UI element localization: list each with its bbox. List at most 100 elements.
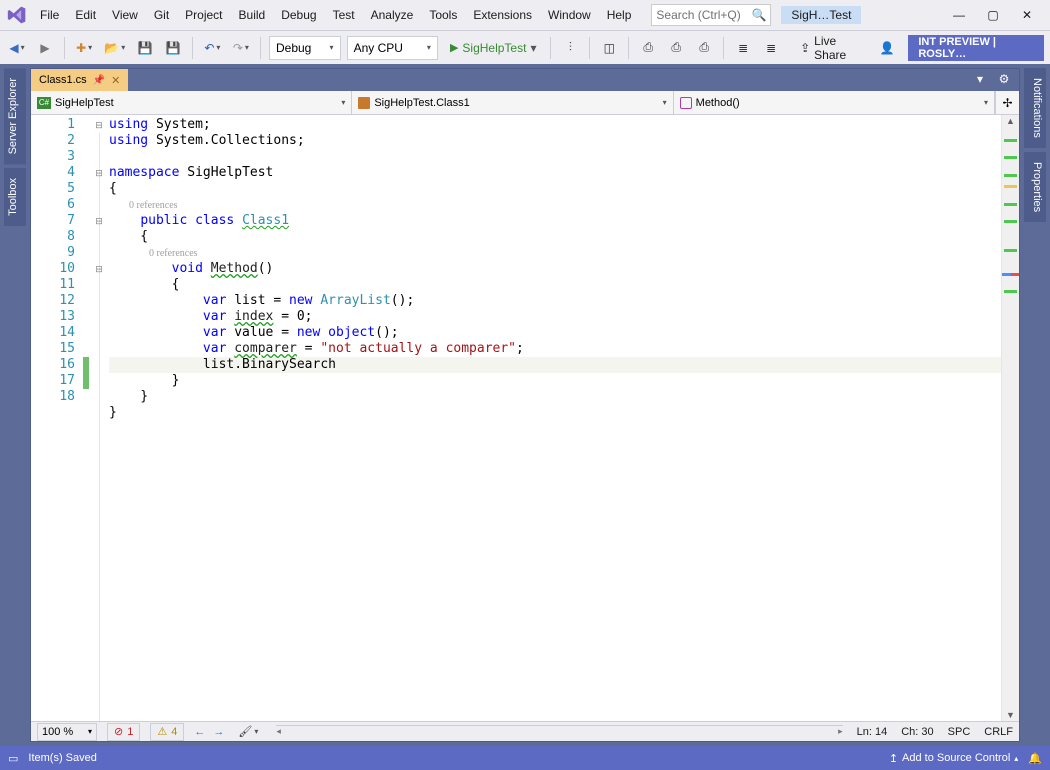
config-dropdown[interactable]: Debug▾: [269, 36, 341, 60]
document-tab-active[interactable]: Class1.cs 📌 ✕: [31, 69, 128, 91]
code-editor[interactable]: using System;using System.Collections;na…: [109, 115, 1001, 721]
caret-line: Ln: 14: [857, 726, 888, 738]
new-project-button[interactable]: ✚▾: [73, 36, 95, 60]
error-count: 1: [127, 726, 133, 738]
menu-view[interactable]: View: [104, 4, 146, 26]
well-toolbox[interactable]: Toolbox: [4, 168, 26, 226]
split-view-button[interactable]: ✢: [995, 91, 1019, 114]
well-properties[interactable]: Properties: [1024, 152, 1046, 222]
menu-tools[interactable]: Tools: [421, 4, 465, 26]
close-button[interactable]: ✕: [1010, 3, 1044, 27]
open-button[interactable]: 📂▾: [101, 36, 128, 60]
tab-settings-icon[interactable]: ⚙: [993, 67, 1015, 91]
scroll-down-icon[interactable]: ▼: [1002, 709, 1019, 721]
document-area: Class1.cs 📌 ✕ ▾ ⚙ C# SigHelpTest ▾ SigHe…: [30, 68, 1020, 742]
source-control-label: Add to Source Control: [902, 752, 1010, 764]
search-icon: 🔍: [751, 8, 766, 22]
menu-debug[interactable]: Debug: [273, 4, 324, 26]
source-control-button[interactable]: ↥ Add to Source Control ▴: [889, 752, 1018, 765]
maximize-button[interactable]: ▢: [976, 3, 1010, 27]
nav-project-dropdown[interactable]: C# SigHelpTest ▾: [31, 91, 352, 114]
brush-dropdown[interactable]: 🖌▾: [234, 720, 262, 744]
prev-issue-button[interactable]: ←: [194, 726, 205, 738]
menu-window[interactable]: Window: [540, 4, 599, 26]
zoom-dropdown[interactable]: 100 %▾: [37, 723, 97, 741]
tb-icon-1[interactable]: ⫶: [559, 36, 581, 60]
nav-class-dropdown[interactable]: SigHelpTest.Class1 ▾: [352, 91, 673, 114]
platform-dropdown[interactable]: Any CPU▾: [347, 36, 438, 60]
error-count-pill[interactable]: ⊘1: [107, 723, 140, 741]
search-input[interactable]: Search (Ctrl+Q) 🔍: [651, 4, 771, 26]
warning-count-pill[interactable]: ⚠4: [150, 723, 184, 741]
line-ending[interactable]: CRLF: [984, 726, 1013, 738]
menu-project[interactable]: Project: [177, 4, 230, 26]
menu-items: FileEditViewGitProjectBuildDebugTestAnal…: [32, 4, 639, 26]
right-tool-wells: Notifications Properties: [1024, 68, 1046, 742]
tb-icon-3[interactable]: ⎙: [637, 36, 659, 60]
chevron-up-icon: ▴: [1014, 754, 1018, 763]
save-button[interactable]: 💾: [134, 36, 156, 60]
next-issue-button[interactable]: →: [213, 726, 224, 738]
issue-nav: ← →: [194, 726, 224, 738]
class-icon: [358, 97, 370, 109]
tb-icon-5[interactable]: ⎙: [693, 36, 715, 60]
undo-button[interactable]: ↶▾: [201, 36, 223, 60]
live-share-button[interactable]: ⇪ Live Share: [794, 34, 870, 62]
indent-mode[interactable]: SPC: [948, 726, 971, 738]
share-icon: ⇪: [800, 41, 810, 55]
tb-icon-indent[interactable]: ≣: [732, 36, 754, 60]
fold-margin: ⊟ ⊟ ⊟ ⊟: [89, 115, 109, 721]
nav-back-button[interactable]: ◀▾: [6, 36, 28, 60]
platform-value: Any CPU: [354, 41, 403, 55]
active-files-dropdown[interactable]: ▾: [969, 67, 991, 91]
fold-toggle[interactable]: ⊟: [89, 165, 109, 181]
feedback-button[interactable]: 👤: [876, 36, 898, 60]
status-bar: ▭ Item(s) Saved ↥ Add to Source Control …: [0, 746, 1050, 770]
zoom-value: 100 %: [42, 726, 73, 738]
nav-class-label: SigHelpTest.Class1: [374, 97, 469, 109]
toolbar: ◀▾ ▶ ✚▾ 📂▾ 💾 💾 ↶▾ ↷▾ Debug▾ Any CPU▾ ▶Si…: [0, 30, 1050, 64]
well-server-explorer[interactable]: Server Explorer: [4, 68, 26, 164]
nav-project-label: SigHelpTest: [55, 97, 114, 109]
pin-icon[interactable]: 📌: [93, 75, 105, 86]
nav-member-label: Method(): [696, 97, 740, 109]
menu-git[interactable]: Git: [146, 4, 177, 26]
redo-button[interactable]: ↷▾: [230, 36, 252, 60]
menu-build[interactable]: Build: [231, 4, 274, 26]
bell-icon[interactable]: 🔔: [1028, 752, 1042, 765]
close-tab-icon[interactable]: ✕: [111, 74, 120, 87]
menu-help[interactable]: Help: [599, 4, 640, 26]
save-all-button[interactable]: 💾: [162, 36, 184, 60]
left-tool-wells: Server Explorer Toolbox: [4, 68, 26, 742]
nav-member-dropdown[interactable]: Method() ▾: [674, 91, 995, 114]
start-debug-button[interactable]: ▶SigHelpTest▾: [444, 36, 543, 60]
status-message: Item(s) Saved: [28, 752, 96, 764]
nav-bar: C# SigHelpTest ▾ SigHelpTest.Class1 ▾ Me…: [31, 91, 1019, 115]
menu-file[interactable]: File: [32, 4, 67, 26]
vertical-scrollbar[interactable]: ▲ ▼: [1001, 115, 1019, 721]
menu-analyze[interactable]: Analyze: [363, 4, 422, 26]
warning-count: 4: [171, 726, 177, 738]
nav-fwd-button[interactable]: ▶: [34, 36, 56, 60]
minimize-button[interactable]: ―: [942, 3, 976, 27]
csharp-icon: C#: [37, 97, 51, 109]
menu-extensions[interactable]: Extensions: [465, 4, 540, 26]
live-share-label: Live Share: [814, 34, 864, 62]
well-notifications[interactable]: Notifications: [1024, 68, 1046, 148]
fold-toggle[interactable]: ⊟: [89, 213, 109, 229]
tb-icon-4[interactable]: ⎙: [665, 36, 687, 60]
menu-edit[interactable]: Edit: [67, 4, 104, 26]
menu-test[interactable]: Test: [325, 4, 363, 26]
solution-badge[interactable]: SigH…Test: [781, 6, 861, 24]
upload-icon: ↥: [889, 752, 898, 765]
main-frame: Server Explorer Toolbox Class1.cs 📌 ✕ ▾ ⚙…: [0, 64, 1050, 746]
line-number-gutter: 123456789101112131415161718: [31, 115, 83, 721]
preview-banner[interactable]: INT PREVIEW | ROSLY…: [908, 35, 1044, 61]
tb-icon-outdent[interactable]: ≣: [760, 36, 782, 60]
document-tab-label: Class1.cs: [39, 74, 87, 86]
scroll-up-icon[interactable]: ▲: [1002, 115, 1019, 127]
fold-toggle[interactable]: ⊟: [89, 261, 109, 277]
tb-icon-2[interactable]: ◫: [598, 36, 620, 60]
fold-toggle[interactable]: ⊟: [89, 117, 109, 133]
editor-body: 123456789101112131415161718 ⊟ ⊟ ⊟ ⊟ using S…: [31, 115, 1019, 721]
